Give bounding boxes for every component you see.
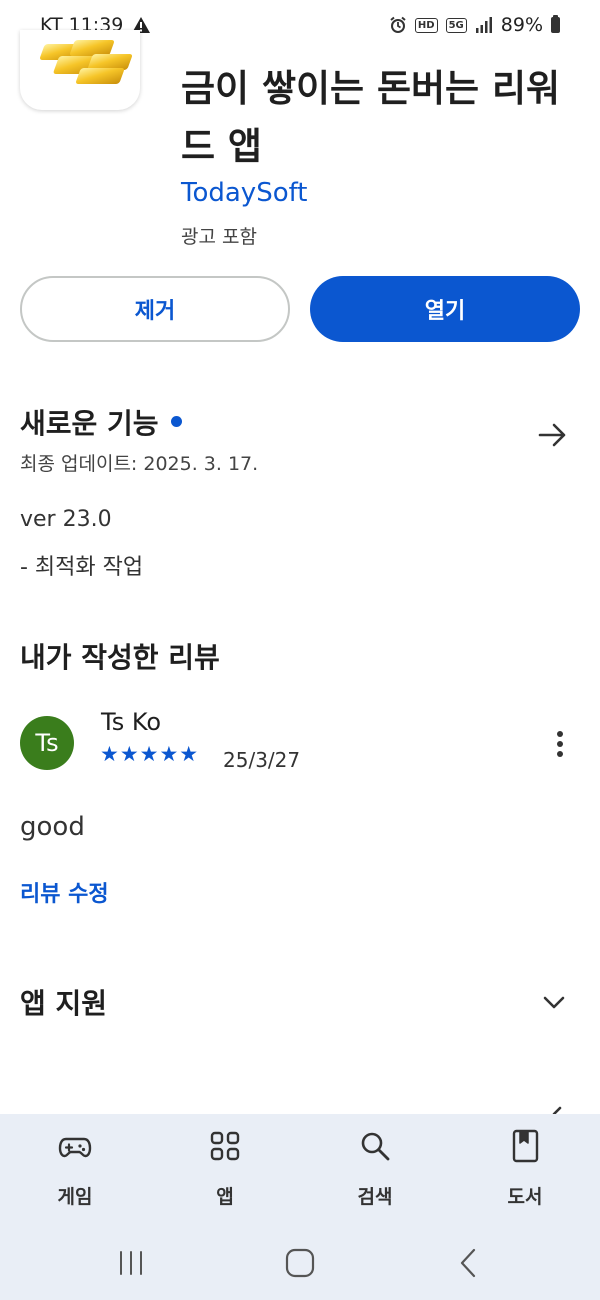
battery-percent: 89% xyxy=(500,14,543,36)
reviewer-name: Ts Ko xyxy=(101,708,162,736)
gamepad-icon xyxy=(58,1137,92,1158)
developer-link[interactable]: TodaySoft xyxy=(181,178,308,208)
uninstall-button[interactable]: 제거 xyxy=(20,276,290,342)
arrow-right-icon[interactable] xyxy=(536,418,570,452)
apps-grid-icon xyxy=(210,1131,240,1161)
nav-games[interactable]: 게임 xyxy=(0,1114,150,1226)
last-updated: 최종 업데이트: 2025. 3. 17. xyxy=(20,453,259,475)
nav-books-label: 도서 xyxy=(507,1186,543,1208)
app-title: 금이 쌓이는 돈버는 리워드 앱 xyxy=(181,67,561,168)
star-rating: ★★★★★ xyxy=(100,742,200,766)
bottom-navigation: 게임 앱 검색 도서 xyxy=(0,1114,600,1226)
nav-books[interactable]: 도서 xyxy=(450,1114,600,1226)
gold-bars-icon xyxy=(20,30,140,110)
recent-apps-icon[interactable] xyxy=(114,1246,148,1280)
review-text: good xyxy=(20,812,85,842)
battery-icon xyxy=(551,15,560,33)
nav-search[interactable]: 검색 xyxy=(300,1114,450,1226)
more-options-icon[interactable] xyxy=(548,728,572,760)
whats-new-header[interactable]: 새로운 기능 xyxy=(20,402,182,442)
signal-icon xyxy=(475,17,493,33)
version-text: ver 23.0 xyxy=(20,507,112,532)
nav-games-label: 게임 xyxy=(57,1186,93,1208)
alarm-icon xyxy=(389,16,407,34)
arrow-right-icon xyxy=(552,1106,562,1114)
network-type-icon: 5G xyxy=(445,17,467,33)
edit-review-link[interactable]: 리뷰 수정 xyxy=(20,876,109,908)
book-icon xyxy=(512,1129,539,1163)
home-icon[interactable] xyxy=(283,1246,317,1280)
change-note: - 최적화 작업 xyxy=(20,555,144,580)
review-date: 25/3/27 xyxy=(223,748,301,772)
nav-apps-label: 앱 xyxy=(216,1186,234,1208)
nav-apps[interactable]: 앱 xyxy=(150,1114,300,1226)
chevron-down-icon[interactable] xyxy=(540,988,568,1016)
open-button[interactable]: 열기 xyxy=(310,276,580,342)
nav-search-label: 검색 xyxy=(357,1186,393,1208)
back-icon[interactable] xyxy=(452,1246,486,1280)
next-section-partial xyxy=(20,1098,140,1114)
whats-new-title: 새로운 기능 xyxy=(20,407,159,440)
contains-ads-label: 광고 포함 xyxy=(181,226,257,248)
status-right: HD 5G 89% xyxy=(389,14,560,36)
system-navigation-bar xyxy=(0,1226,600,1300)
new-indicator-dot xyxy=(170,415,182,427)
search-icon xyxy=(361,1132,390,1161)
my-review-title: 내가 작성한 리뷰 xyxy=(20,641,220,674)
avatar: Ts xyxy=(20,716,74,770)
hd-voice-icon: HD xyxy=(414,17,438,33)
app-support-header[interactable]: 앱 지원 xyxy=(20,982,107,1022)
